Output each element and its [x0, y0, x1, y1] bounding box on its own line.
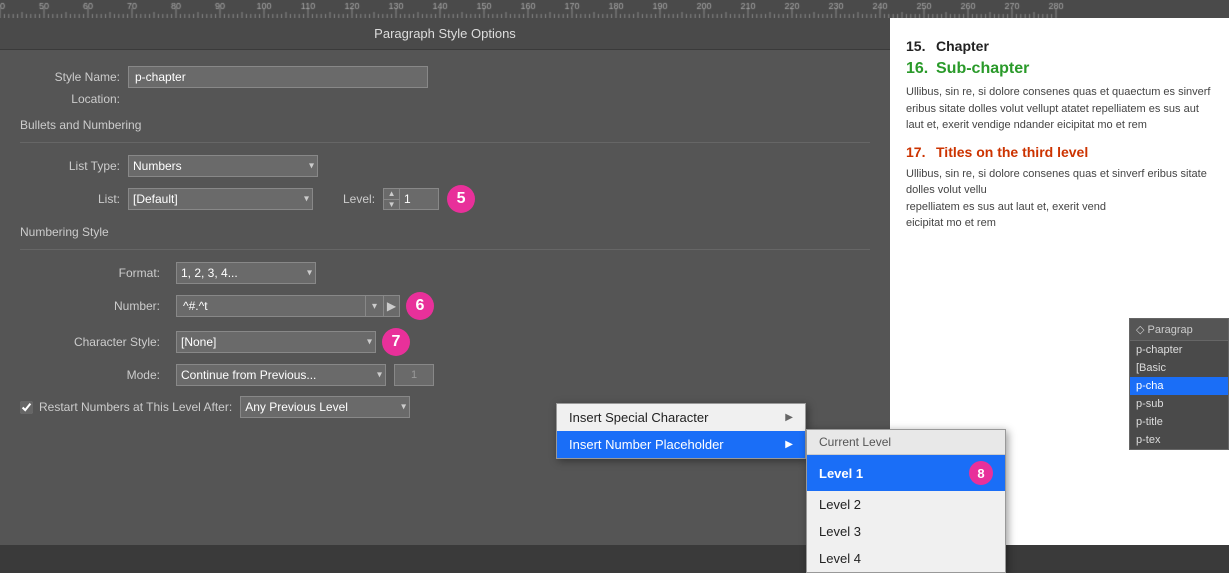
- doc-text-chapter: Chapter: [936, 38, 989, 54]
- section-numbering-header: Numbering Style: [20, 225, 870, 239]
- para-style-p-sub[interactable]: p-sub: [1130, 395, 1228, 413]
- para-style-p-cha[interactable]: p-cha: [1130, 377, 1228, 395]
- format-select[interactable]: 1, 2, 3, 4...: [176, 262, 316, 284]
- dialog-panel: Paragraph Style Options Style Name: Loca…: [0, 18, 890, 545]
- any-prev-select[interactable]: Any Previous Level: [240, 396, 410, 418]
- para-style-p-tex[interactable]: p-tex: [1130, 431, 1228, 449]
- format-label: Format:: [20, 266, 160, 280]
- number-dropdown-btn[interactable]: ▾: [366, 295, 384, 317]
- doc-text-subchapter: Sub-chapter: [936, 60, 1029, 78]
- section-bullets-header: Bullets and Numbering: [20, 118, 870, 132]
- restart-label: Restart Numbers at This Level After:: [39, 400, 232, 414]
- number-expand-btn[interactable]: ▶: [384, 295, 400, 317]
- badge-5: 5: [447, 185, 475, 213]
- ruler: [0, 0, 1229, 18]
- submenu-level-3[interactable]: Level 3: [807, 518, 1005, 545]
- level-up-arrow[interactable]: ▲: [384, 189, 399, 200]
- mode-select[interactable]: Continue from Previous...: [176, 364, 386, 386]
- doc-num-15: 15.: [906, 38, 936, 54]
- insert-number-placeholder-item[interactable]: Insert Number Placeholder ▶ Current Leve…: [557, 431, 805, 458]
- context-menu: Insert Special Character ▶ Insert Number…: [556, 403, 806, 459]
- restart-checkbox[interactable]: [20, 401, 33, 414]
- number-input[interactable]: [176, 295, 366, 317]
- insert-number-placeholder-label: Insert Number Placeholder: [569, 437, 724, 452]
- level-label: Level:: [343, 192, 375, 206]
- dialog-title-text: Paragraph Style Options: [374, 26, 516, 41]
- submenu-level-2-label: Level 2: [819, 497, 861, 512]
- doc-body-1: Ullibus, sin re, si dolore consenes quas…: [906, 84, 1213, 134]
- char-style-label: Character Style:: [20, 335, 160, 349]
- submenu-level-1[interactable]: Level 1 8: [807, 455, 1005, 491]
- insert-special-char-label: Insert Special Character: [569, 410, 708, 425]
- submenu-level-1-label: Level 1: [819, 466, 863, 481]
- submenu-arrow-2: ▶: [785, 439, 793, 450]
- submenu-level-2[interactable]: Level 2: [807, 491, 1005, 518]
- para-styles-header: ◇ Paragrap: [1130, 319, 1228, 341]
- doc-num-17: 17.: [906, 144, 936, 160]
- submenu-arrow-1: ▶: [785, 412, 793, 423]
- badge-6: 6: [406, 292, 434, 320]
- style-name-input[interactable]: [128, 66, 428, 88]
- badge-7: 7: [382, 328, 410, 356]
- insert-special-char-item[interactable]: Insert Special Character ▶: [557, 404, 805, 431]
- submenu-level-4[interactable]: Level 4: [807, 545, 1005, 572]
- doc-num-16: 16.: [906, 60, 936, 78]
- list-select[interactable]: [Default]: [128, 188, 313, 210]
- level-input[interactable]: [399, 188, 439, 210]
- list-label: List:: [20, 192, 120, 206]
- submenu: Current Level Level 1 8 Level 2 Level 3: [806, 429, 1006, 573]
- list-type-label: List Type:: [20, 159, 120, 173]
- para-style-p-chapter[interactable]: p-chapter: [1130, 341, 1228, 359]
- mode-value-display: 1: [394, 364, 434, 386]
- submenu-level-4-label: Level 4: [819, 551, 861, 566]
- number-label: Number:: [20, 299, 160, 313]
- submenu-header: Current Level: [807, 430, 1005, 455]
- mode-label: Mode:: [20, 368, 160, 382]
- list-type-select[interactable]: Numbers: [128, 155, 318, 177]
- char-style-select[interactable]: [None]: [176, 331, 376, 353]
- doc-text-third: Titles on the third level: [936, 144, 1088, 160]
- level-down-arrow[interactable]: ▼: [384, 200, 399, 210]
- context-menu-level1: Insert Special Character ▶ Insert Number…: [556, 403, 806, 459]
- location-label: Location:: [20, 92, 120, 106]
- para-style-p-title[interactable]: p-title: [1130, 413, 1228, 431]
- para-style-basic[interactable]: [Basic: [1130, 359, 1228, 377]
- dialog-title: Paragraph Style Options: [0, 18, 890, 50]
- badge-8: 8: [969, 461, 993, 485]
- para-styles-panel: ◇ Paragrap p-chapter [Basic p-cha p-sub …: [1129, 318, 1229, 450]
- doc-body-2: Ullibus, sin re, si dolore consenes quas…: [906, 166, 1213, 232]
- style-name-label: Style Name:: [20, 70, 120, 84]
- submenu-level-3-label: Level 3: [819, 524, 861, 539]
